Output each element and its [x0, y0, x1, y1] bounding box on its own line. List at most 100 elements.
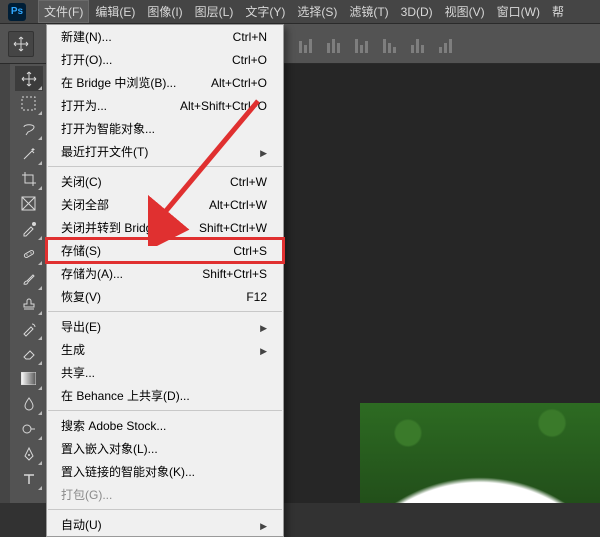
tool-wand[interactable]	[15, 141, 43, 166]
menu-item-shortcut: Shift+Ctrl+S	[202, 267, 267, 281]
tool-lasso[interactable]	[15, 116, 43, 141]
submenu-arrow-icon	[258, 518, 267, 532]
menu-item[interactable]: 在 Behance 上共享(D)...	[47, 384, 283, 407]
align-left-icon[interactable]	[380, 35, 398, 53]
tool-dodge[interactable]	[15, 416, 43, 441]
menu-type[interactable]: 文字(Y)	[239, 0, 291, 23]
menu-item[interactable]: 最近打开文件(T)	[47, 140, 283, 163]
menu-item-label: 生成	[61, 341, 85, 358]
tool-move[interactable]	[15, 66, 43, 91]
tool-brush[interactable]	[15, 266, 43, 291]
menu-item[interactable]: 共享...	[47, 361, 283, 384]
menu-item-label: 搜索 Adobe Stock...	[61, 417, 166, 434]
submenu-arrow-icon	[258, 343, 267, 357]
menu-item[interactable]: 打开(O)... Ctrl+O	[47, 48, 283, 71]
align-bottom-icon[interactable]	[352, 35, 370, 53]
menu-item-label: 共享...	[61, 364, 95, 381]
document-image	[360, 403, 600, 503]
menu-3d[interactable]: 3D(D)	[395, 2, 439, 22]
panel-tab	[0, 64, 10, 503]
tool-eyedropper[interactable]	[15, 216, 43, 241]
menu-view[interactable]: 视图(V)	[439, 0, 491, 23]
menu-item-label: 导出(E)	[61, 318, 101, 335]
tool-type[interactable]	[15, 466, 43, 491]
tool-gradient[interactable]	[15, 366, 43, 391]
menu-select[interactable]: 选择(S)	[291, 0, 343, 23]
menu-item-label: 打开为...	[61, 97, 107, 114]
menu-item-shortcut: Ctrl+N	[233, 30, 267, 44]
menu-item-label: 在 Behance 上共享(D)...	[61, 387, 190, 404]
menu-separator	[48, 410, 282, 411]
menu-help[interactable]: 帮	[546, 0, 570, 23]
menu-item-shortcut: Shift+Ctrl+W	[199, 221, 267, 235]
menu-item[interactable]: 自动(U)	[47, 513, 283, 536]
menu-item-label: 存储(S)	[61, 242, 101, 259]
menu-item-label: 新建(N)...	[61, 28, 112, 45]
submenu-arrow-icon	[258, 145, 267, 159]
tool-marquee[interactable]	[15, 91, 43, 116]
menu-item-shortcut: F12	[246, 290, 267, 304]
tool-eraser[interactable]	[15, 341, 43, 366]
menu-separator	[48, 509, 282, 510]
menu-item[interactable]: 存储(S) Ctrl+S	[47, 239, 283, 262]
menu-item-shortcut: Alt+Ctrl+O	[211, 76, 267, 90]
menu-item-shortcut: Ctrl+W	[230, 175, 267, 189]
menu-item-label: 最近打开文件(T)	[61, 143, 148, 160]
menu-layer[interactable]: 图层(L)	[189, 0, 240, 23]
menu-item[interactable]: 关闭(C) Ctrl+W	[47, 170, 283, 193]
align-hcenter-icon[interactable]	[408, 35, 426, 53]
menu-file[interactable]: 文件(F)	[38, 0, 89, 23]
toolbox	[10, 64, 48, 503]
menu-item[interactable]: 在 Bridge 中浏览(B)... Alt+Ctrl+O	[47, 71, 283, 94]
menu-item[interactable]: 置入链接的智能对象(K)...	[47, 460, 283, 483]
menu-item-label: 打包(G)...	[61, 486, 112, 503]
menu-window[interactable]: 窗口(W)	[491, 0, 546, 23]
menu-item[interactable]: 导出(E)	[47, 315, 283, 338]
tool-healing[interactable]	[15, 241, 43, 266]
menu-item-shortcut: Ctrl+S	[233, 244, 267, 258]
menu-item-label: 打开为智能对象...	[61, 120, 155, 137]
menu-item-label: 关闭(C)	[61, 173, 102, 190]
tool-blur[interactable]	[15, 391, 43, 416]
menu-item-label: 关闭全部	[61, 196, 109, 213]
menu-item-label: 自动(U)	[61, 516, 102, 533]
align-vcenter-icon[interactable]	[324, 35, 342, 53]
menu-item[interactable]: 新建(N)... Ctrl+N	[47, 25, 283, 48]
menu-item[interactable]: 搜索 Adobe Stock...	[47, 414, 283, 437]
menu-item-label: 关闭并转到 Bridge...	[61, 219, 169, 236]
menu-item[interactable]: 恢复(V) F12	[47, 285, 283, 308]
menu-separator	[48, 166, 282, 167]
menu-image[interactable]: 图像(I)	[141, 0, 188, 23]
menu-item[interactable]: 打开为... Alt+Shift+Ctrl+O	[47, 94, 283, 117]
app-icon: Ps	[8, 3, 26, 21]
tool-crop[interactable]	[15, 166, 43, 191]
menu-item[interactable]: 关闭并转到 Bridge... Shift+Ctrl+W	[47, 216, 283, 239]
align-icons-group	[296, 35, 454, 53]
submenu-arrow-icon	[258, 320, 267, 334]
tool-pen[interactable]	[15, 441, 43, 466]
menu-edit[interactable]: 编辑(E)	[89, 0, 141, 23]
menu-filter[interactable]: 滤镜(T)	[343, 0, 394, 23]
tool-frame[interactable]	[15, 191, 43, 216]
menu-item-shortcut: Ctrl+O	[232, 53, 267, 67]
menu-item-label: 置入嵌入对象(L)...	[61, 440, 158, 457]
menu-item-label: 存储为(A)...	[61, 265, 123, 282]
menu-item-label: 恢复(V)	[61, 288, 101, 305]
menu-item-shortcut: Alt+Ctrl+W	[209, 198, 267, 212]
menu-item[interactable]: 关闭全部 Alt+Ctrl+W	[47, 193, 283, 216]
tool-stamp[interactable]	[15, 291, 43, 316]
menu-separator	[48, 311, 282, 312]
menu-item[interactable]: 存储为(A)... Shift+Ctrl+S	[47, 262, 283, 285]
menu-item-label: 置入链接的智能对象(K)...	[61, 463, 195, 480]
menu-item[interactable]: 打开为智能对象...	[47, 117, 283, 140]
file-menu-dropdown: 新建(N)... Ctrl+N 打开(O)... Ctrl+O 在 Bridge 中浏览…	[46, 24, 284, 537]
menu-item-label: 打开(O)...	[61, 51, 112, 68]
menu-item[interactable]: 置入嵌入对象(L)...	[47, 437, 283, 460]
menu-item[interactable]: 生成	[47, 338, 283, 361]
tool-history-brush[interactable]	[15, 316, 43, 341]
menu-item-shortcut: Alt+Shift+Ctrl+O	[180, 99, 267, 113]
menu-item-label: 在 Bridge 中浏览(B)...	[61, 74, 176, 91]
align-right-icon[interactable]	[436, 35, 454, 53]
move-tool-indicator-icon	[8, 31, 34, 57]
align-top-icon[interactable]	[296, 35, 314, 53]
